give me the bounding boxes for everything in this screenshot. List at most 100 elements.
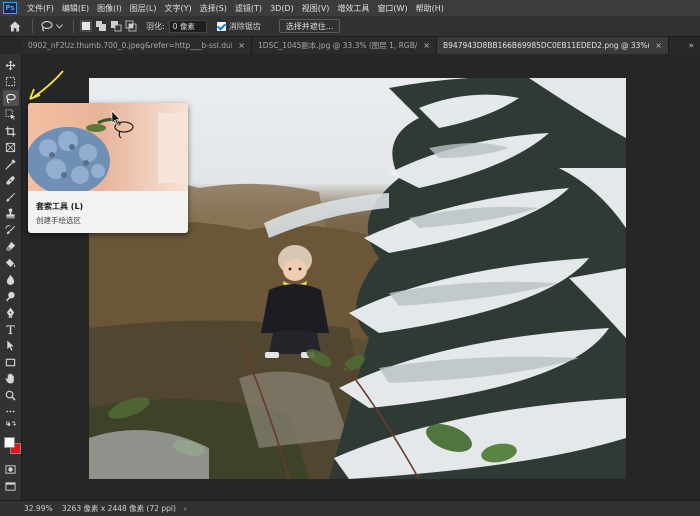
menu-type[interactable]: 文字(Y): [160, 3, 195, 14]
hand-icon: [5, 373, 14, 384]
feather-input[interactable]: 0 像素: [168, 19, 207, 33]
lasso-icon: [41, 21, 53, 32]
pen-tool[interactable]: [3, 305, 19, 321]
menu-help[interactable]: 帮助(H): [412, 3, 448, 14]
path-select-tool[interactable]: [3, 338, 19, 354]
more-tools-icon: [6, 410, 15, 413]
object-select-tool[interactable]: [3, 107, 19, 123]
dodge-tool[interactable]: [3, 288, 19, 304]
add-to-selection-button[interactable]: [95, 20, 107, 32]
menu-edit[interactable]: 编辑(E): [58, 3, 93, 14]
tab-label: 0902_nF2Uz.thumb.700_0.jpeg&refer=http__…: [28, 41, 233, 50]
marquee-icon: [5, 76, 16, 87]
marquee-tool[interactable]: [3, 74, 19, 90]
rectangle-icon: [5, 358, 16, 366]
healing-brush-tool[interactable]: [3, 173, 19, 189]
swap-colors-icon: [5, 421, 16, 426]
screen-mode-button[interactable]: [3, 478, 19, 494]
menu-plugins[interactable]: 增效工具: [333, 3, 373, 14]
quick-mask-button[interactable]: [3, 462, 19, 478]
eraser-tool[interactable]: [3, 239, 19, 255]
home-button[interactable]: [4, 17, 26, 35]
add-to-selection-icon: [96, 21, 106, 31]
tooltip-title: 套索工具 (L): [36, 202, 84, 211]
blur-tool[interactable]: [3, 272, 19, 288]
menu-file[interactable]: 文件(F): [23, 3, 58, 14]
zoom-level-field[interactable]: 32.99%: [24, 504, 56, 513]
antialias-label: 消除锯齿: [228, 21, 261, 31]
antialias-checkbox[interactable]: [216, 21, 226, 31]
foreground-color-swatch[interactable]: [3, 436, 15, 448]
path-select-icon: [7, 340, 14, 351]
menu-layer[interactable]: 图层(L): [126, 3, 161, 14]
eraser-icon: [5, 241, 16, 251]
options-divider: [73, 19, 74, 33]
menu-filter[interactable]: 滤镜(T): [231, 3, 266, 14]
tool-preset-picker[interactable]: [39, 18, 67, 34]
clone-stamp-icon: [6, 208, 15, 219]
more-tools-button[interactable]: [3, 404, 19, 420]
menu-view[interactable]: 视图(V): [298, 3, 334, 14]
subtract-from-selection-button[interactable]: [110, 20, 122, 32]
new-selection-icon: [82, 22, 90, 30]
frame-tool[interactable]: [3, 140, 19, 156]
tool-tooltip: 套索工具 (L) 创建手绘选区: [28, 103, 188, 233]
tab-document-3[interactable]: B947943D8BB166B69985DC0EB11EDED2.png @ 3…: [437, 37, 669, 54]
chevron-down-icon: [56, 23, 63, 29]
photoshop-logo: Ps: [3, 2, 17, 14]
type-tool[interactable]: [3, 321, 19, 337]
swap-colors-button[interactable]: [3, 420, 19, 429]
pen-icon: [6, 307, 15, 318]
tab-label: B947943D8BB166B69985DC0EB11EDED2.png @ 3…: [443, 41, 649, 50]
tab-document-2[interactable]: 1DSC_1045副本.jpg @ 33.3% (图层 1, RGB/8... …: [252, 37, 437, 54]
new-selection-button[interactable]: [80, 20, 92, 32]
crop-tool[interactable]: [3, 123, 19, 139]
paint-bucket-tool[interactable]: [3, 255, 19, 271]
close-icon[interactable]: ×: [423, 41, 430, 50]
history-brush-icon: [5, 224, 16, 234]
menu-3d[interactable]: 3D(D): [266, 4, 298, 13]
tooltip-preview-image: [28, 103, 188, 191]
tools-panel: [0, 54, 22, 500]
clone-stamp-tool[interactable]: [3, 206, 19, 222]
eyedropper-tool[interactable]: [3, 156, 19, 172]
intersect-selection-icon: [125, 20, 137, 32]
hand-tool[interactable]: [3, 371, 19, 387]
status-bar: 32.99% 3263 像素 x 2448 像素 (72 ppi) ›: [0, 500, 700, 516]
brush-icon: [6, 192, 16, 202]
options-bar: 羽化: 0 像素 消除锯齿 选择并遮住...: [0, 16, 700, 37]
eyedropper-icon: [5, 158, 16, 170]
menu-image[interactable]: 图像(I): [93, 3, 126, 14]
zoom-tool[interactable]: [3, 387, 19, 403]
move-tool[interactable]: [3, 57, 19, 73]
tab-label: 1DSC_1045副本.jpg @ 33.3% (图层 1, RGB/8...: [258, 41, 418, 50]
type-icon: [6, 324, 15, 334]
paint-bucket-icon: [5, 258, 16, 267]
status-menu-arrow-icon[interactable]: ›: [184, 505, 187, 513]
hydrangea-preview: [28, 110, 188, 191]
healing-brush-icon: [6, 176, 15, 185]
tooltip-description: 创建手绘选区: [36, 216, 81, 225]
close-icon[interactable]: ×: [238, 41, 245, 50]
menu-window[interactable]: 窗口(W): [373, 3, 411, 14]
tab-document-1[interactable]: 0902_nF2Uz.thumb.700_0.jpeg&refer=http__…: [22, 37, 252, 54]
brush-tool[interactable]: [3, 189, 19, 205]
menu-select[interactable]: 选择(S): [196, 3, 231, 14]
options-divider: [32, 19, 33, 33]
close-icon[interactable]: ×: [655, 41, 662, 50]
menu-bar: Ps 文件(F) 编辑(E) 图像(I) 图层(L) 文字(Y) 选择(S) 滤…: [0, 0, 700, 16]
history-brush-tool[interactable]: [3, 222, 19, 238]
blur-icon: [6, 274, 15, 285]
select-and-mask-button[interactable]: 选择并遮住...: [278, 19, 341, 33]
document-info: 3263 像素 x 2448 像素 (72 ppi): [62, 504, 176, 513]
lasso-tool[interactable]: [2, 90, 19, 106]
frame-icon: [5, 142, 16, 153]
dodge-icon: [6, 291, 15, 301]
double-chevron-right-icon[interactable]: »: [682, 37, 700, 54]
intersect-selection-button[interactable]: [125, 20, 137, 32]
color-swatches: [2, 434, 21, 456]
rectangle-tool[interactable]: [3, 354, 19, 370]
subtract-from-selection-icon: [111, 21, 122, 32]
move-icon: [5, 59, 16, 71]
object-select-icon: [5, 109, 16, 120]
